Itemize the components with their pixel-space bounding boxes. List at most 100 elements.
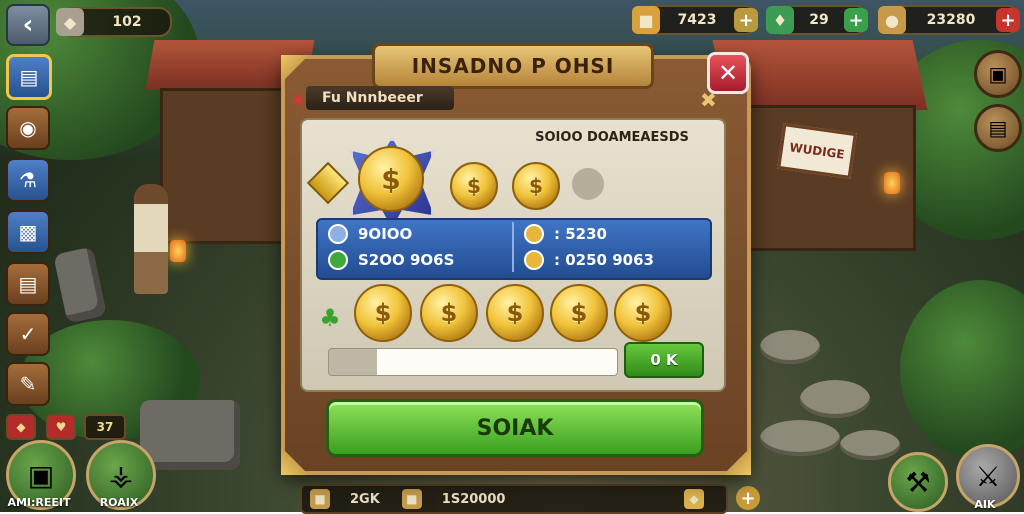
coin-item[interactable]: $ — [512, 162, 560, 210]
bottom-item-2: ■ 1S20000 — [401, 489, 506, 509]
potion-icon: ⚗ — [19, 168, 37, 192]
ok-button[interactable]: 0 K — [624, 342, 704, 378]
path-stone — [760, 330, 820, 364]
gift-icon: ▣ — [988, 62, 1008, 86]
dialog-title: INSADNO P OHSI — [372, 43, 654, 89]
chest-icon: ▣ — [27, 458, 55, 492]
dialog-corner — [281, 55, 309, 83]
coin-item[interactable]: $ — [450, 162, 498, 210]
coin-option[interactable]: $ — [614, 284, 672, 342]
bottle-button-label: ROAIX — [99, 496, 139, 509]
craft-button[interactable]: ⚒ — [888, 452, 948, 512]
horn-icon: ◉ — [19, 116, 37, 140]
path-stone — [800, 380, 870, 418]
empty-coin-slot — [572, 168, 604, 200]
lantern — [170, 240, 186, 262]
add-coins-button[interactable]: + — [996, 8, 1020, 32]
stone-value: 102 — [112, 14, 142, 30]
stat-right-bottom: : 0250 9063 — [524, 250, 654, 270]
coin-option[interactable]: $ — [420, 284, 478, 342]
gift-box-button[interactable]: ▣ — [974, 50, 1022, 98]
confirm-button[interactable]: SOIAK — [326, 399, 704, 457]
circle-icon — [328, 224, 348, 244]
stone-icon: ◆ — [56, 8, 84, 36]
gems-value: 29 — [809, 12, 829, 28]
note-icon: ✎ — [19, 372, 37, 396]
chevron-left-icon: ‹ — [22, 10, 34, 40]
crate-icon: ■ — [310, 489, 330, 509]
sidebar-potion-button[interactable]: ⚗ — [6, 158, 50, 202]
coin-icon — [524, 250, 544, 270]
bottom-add-button[interactable]: + — [736, 486, 760, 510]
path-stone — [760, 420, 840, 456]
character-npc[interactable] — [134, 184, 168, 294]
coin-symbol: $ — [570, 299, 588, 327]
dialog-subtitle: Fu Nnnbeeer — [306, 86, 454, 110]
stat-right-top-value: : 5230 — [554, 225, 607, 243]
sword-button-label: AIK — [974, 498, 996, 511]
bush — [900, 280, 1024, 460]
coin-symbol: $ — [381, 162, 401, 196]
add-gold-button[interactable]: + — [734, 8, 758, 32]
back-button[interactable]: ‹ — [6, 4, 50, 46]
coin-symbol: $ — [374, 299, 392, 327]
bottle-icon: ⚶ — [109, 458, 133, 492]
bottom-item-1-value: 2GK — [350, 491, 380, 507]
sidebar-book-button[interactable]: ▩ — [6, 210, 50, 254]
star-badge-icon: ✶ — [290, 88, 307, 112]
sidebar-map-button[interactable]: ▤ — [6, 54, 52, 100]
sidebar-note-button[interactable]: ✎ — [6, 362, 50, 406]
add-gems-button[interactable]: + — [844, 8, 868, 32]
map-icon: ▤ — [19, 65, 39, 89]
amount-input[interactable] — [328, 348, 618, 376]
gems-counter: ♦ 29 + — [766, 5, 868, 35]
sidebar-horn-button[interactable]: ◉ — [6, 106, 50, 150]
sidebar-checklist-button[interactable]: ✓ — [6, 312, 50, 356]
coin-symbol: $ — [506, 299, 524, 327]
stone-slab — [53, 246, 107, 324]
close-icon: ✕ — [717, 59, 739, 87]
red-badge-icon: ◆ — [6, 414, 36, 440]
stats-divider — [512, 222, 514, 272]
stat-left-top-value: 9OIOO — [358, 225, 413, 243]
scroll-icon: ▤ — [18, 272, 38, 296]
path-stone — [840, 430, 900, 460]
sword-icon: ⚔ — [975, 459, 1001, 493]
coins-value: 23280 — [926, 12, 976, 28]
scroll-reward-button[interactable]: ▤ — [974, 104, 1022, 152]
coin-bag-icon: ● — [878, 6, 906, 34]
dialog-corner — [281, 447, 309, 475]
featured-coin[interactable]: $ — [358, 146, 424, 212]
resource-stone-counter: ◆ 102 — [56, 7, 172, 37]
bottom-item-3: ◆ — [684, 489, 710, 509]
coin-symbol: $ — [467, 174, 481, 198]
coin-symbol: $ — [634, 299, 652, 327]
coin-icon — [524, 224, 544, 244]
gold-value: 7423 — [677, 12, 717, 28]
crate-icon: ■ — [401, 489, 422, 509]
coins-counter: ● 23280 + — [878, 5, 1020, 35]
stat-left-bottom: S2OO 9O6S — [328, 250, 454, 270]
crossed-tools-icon: ✖ — [700, 88, 717, 112]
coin-option[interactable]: $ — [550, 284, 608, 342]
stat-left-bottom-value: S2OO 9O6S — [358, 251, 455, 269]
gold-counter: ■ 7423 + — [632, 5, 758, 35]
bottom-item-2-value: 1S20000 — [441, 491, 506, 507]
gold-crate-icon: ■ — [632, 6, 660, 34]
panel-heading: SOIOO DOAMEAESDS — [535, 130, 689, 145]
heart-badge-icon: ♥ — [46, 414, 76, 440]
coin-symbol: $ — [529, 174, 543, 198]
gem-icon: ♦ — [766, 6, 794, 34]
coin-option[interactable]: $ — [486, 284, 544, 342]
stat-right-top: : 5230 — [524, 224, 607, 244]
bottom-resource-bar: ■ 2GK ■ 1S20000 ◆ — [300, 484, 728, 514]
chest-button-label: AMI:REEIT — [7, 496, 71, 509]
mini-counter: 37 — [84, 414, 126, 440]
sidebar-scroll-button[interactable]: ▤ — [6, 262, 50, 306]
coin-symbol: $ — [440, 299, 458, 327]
rock — [140, 400, 240, 470]
scroll-icon: ▤ — [988, 116, 1008, 140]
clover-icon: ♣ — [319, 304, 341, 332]
checklist-icon: ✓ — [19, 322, 37, 346]
coin-option[interactable]: $ — [354, 284, 412, 342]
